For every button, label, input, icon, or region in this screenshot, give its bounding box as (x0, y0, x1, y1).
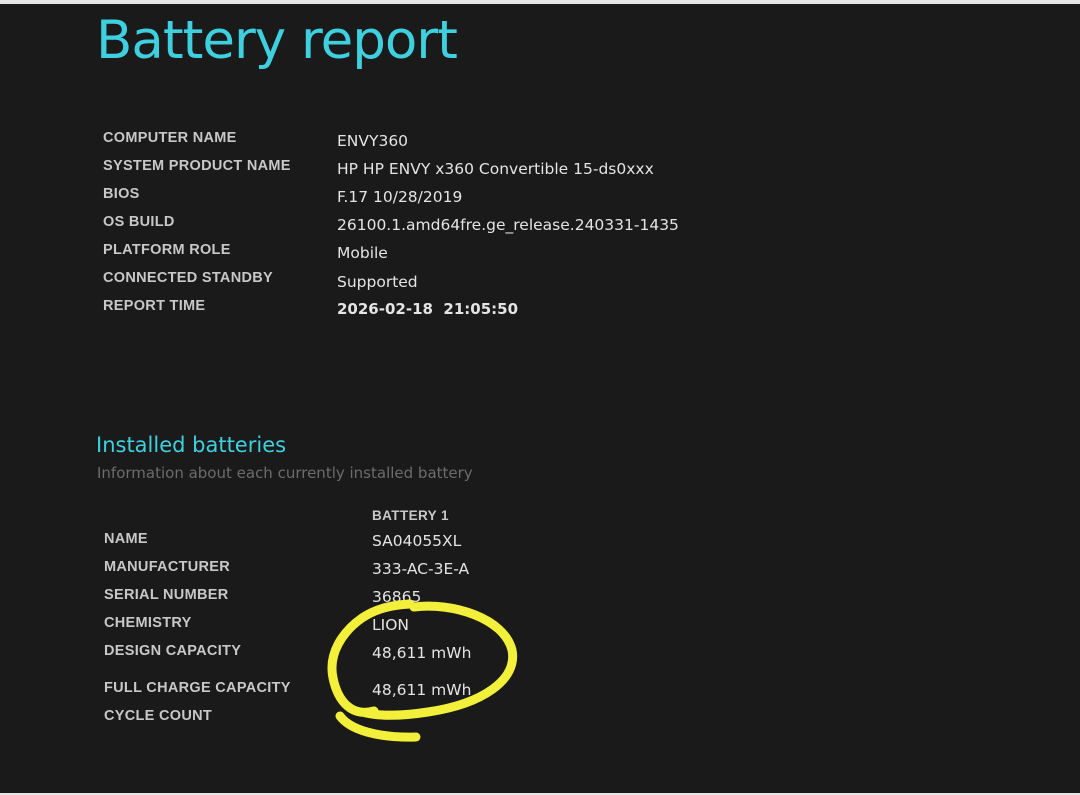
battery-report-page: Battery report COMPUTER NAME ENVY360 SYS… (0, 4, 1080, 793)
platform-role-label: PLATFORM ROLE (103, 242, 231, 258)
installed-batteries-subtitle: Information about each currently install… (97, 464, 473, 482)
computer-name-label: COMPUTER NAME (103, 130, 237, 146)
connected-standby-value: Supported (337, 273, 418, 291)
os-build-label: OS BUILD (103, 214, 175, 230)
chemistry-value: LION (372, 616, 410, 634)
full-charge-capacity-label: FULL CHARGE CAPACITY (104, 680, 291, 696)
report-time-label: REPORT TIME (103, 298, 206, 314)
battery-name-value: SA04055XL (372, 532, 462, 550)
system-product-name-value: HP HP ENVY x360 Convertible 15-ds0xxx (337, 160, 654, 178)
serial-number-label: SERIAL NUMBER (104, 587, 229, 603)
platform-role-value: Mobile (337, 244, 388, 262)
chemistry-label: CHEMISTRY (104, 615, 192, 631)
computer-name-value: ENVY360 (337, 132, 409, 150)
system-product-name-label: SYSTEM PRODUCT NAME (103, 158, 291, 174)
bios-value: F.17 10/28/2019 (337, 188, 463, 206)
battery-1-column-header: BATTERY 1 (372, 508, 449, 523)
report-time-value: 2026-02-18 21:05:50 (337, 300, 519, 318)
highlight-stroke (327, 599, 518, 742)
highlight-circle-annotation (327, 599, 518, 742)
manufacturer-label: MANUFACTURER (104, 559, 231, 575)
full-charge-capacity-value: 48,611 mWh (372, 681, 472, 699)
serial-number-value: 36865 (372, 588, 422, 606)
connected-standby-label: CONNECTED STANDBY (103, 270, 273, 286)
manufacturer-value: 333-AC-3E-A (372, 560, 470, 578)
installed-batteries-heading: Installed batteries (96, 433, 287, 457)
design-capacity-label: DESIGN CAPACITY (104, 643, 242, 659)
page-title: Battery report (96, 10, 458, 71)
bios-label: BIOS (103, 186, 140, 202)
design-capacity-value: 48,611 mWh (372, 644, 472, 662)
os-build-value: 26100.1.amd64fre.ge_release.240331-1435 (337, 216, 679, 234)
cycle-count-label: CYCLE COUNT (104, 708, 213, 724)
battery-name-label: NAME (104, 531, 148, 547)
